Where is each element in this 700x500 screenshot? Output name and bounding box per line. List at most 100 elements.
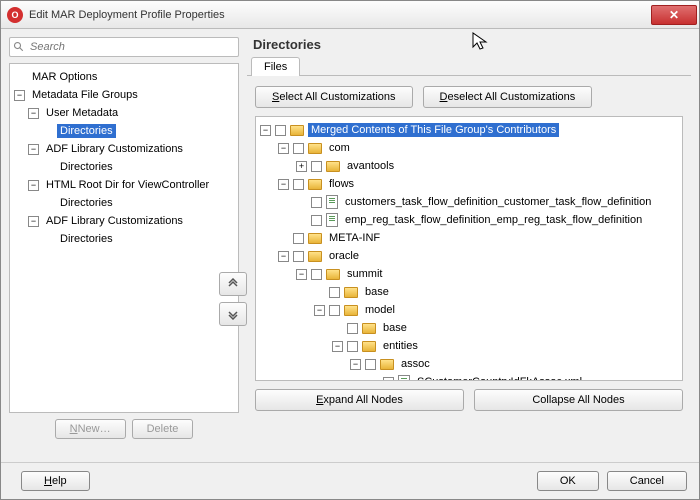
expander-icon[interactable]: − (314, 305, 325, 316)
close-button[interactable]: ✕ (651, 5, 697, 25)
checkbox[interactable] (311, 269, 322, 280)
expander-icon[interactable]: − (278, 143, 289, 154)
tree-summit[interactable]: −summit (256, 265, 682, 283)
left-column: MAR Options −Metadata File Groups −User … (9, 37, 239, 454)
tree-oracle[interactable]: −oracle (256, 247, 682, 265)
section-title: Directories (253, 37, 691, 52)
nav-directories-adf[interactable]: Directories (10, 158, 238, 176)
folder-icon (326, 269, 340, 280)
expander-icon[interactable]: − (296, 269, 307, 280)
expander-icon[interactable]: − (278, 251, 289, 262)
file-icon (326, 213, 338, 227)
nav-metadata-groups[interactable]: −Metadata File Groups (10, 86, 238, 104)
nav-directories-html[interactable]: Directories (10, 194, 238, 212)
chevron-up-icon (227, 278, 239, 290)
tree-base2[interactable]: base (256, 319, 682, 337)
tree-assoc[interactable]: −assoc (256, 355, 682, 373)
new-button[interactable]: NNew… (55, 419, 126, 439)
nav-user-metadata[interactable]: −User Metadata (10, 104, 238, 122)
checkbox[interactable] (293, 233, 304, 244)
tree-flows[interactable]: −flows (256, 175, 682, 193)
reorder-buttons (219, 272, 247, 326)
tree-metainf[interactable]: META-INF (256, 229, 682, 247)
expander-icon[interactable]: − (278, 179, 289, 190)
folder-icon (308, 251, 322, 262)
file-icon (326, 195, 338, 209)
select-all-cust-button[interactable]: Select All Customizations (255, 86, 413, 108)
folder-icon (344, 287, 358, 298)
tree-entities[interactable]: −entities (256, 337, 682, 355)
checkbox[interactable] (365, 359, 376, 370)
tree-model[interactable]: −model (256, 301, 682, 319)
tree-flow1[interactable]: customers_task_flow_definition_customer_… (256, 193, 682, 211)
nav-tree: MAR Options −Metadata File Groups −User … (9, 63, 239, 413)
move-down-button[interactable] (219, 302, 247, 326)
nav-action-buttons: NNew… Delete (9, 419, 239, 439)
app-icon: O (7, 7, 23, 23)
customization-buttons: Select All Customizations Deselect All C… (255, 86, 683, 108)
tree-com[interactable]: −com (256, 139, 682, 157)
deselect-all-cust-button[interactable]: Deselect All Customizations (423, 86, 593, 108)
tree-flow2[interactable]: emp_reg_task_flow_definition_emp_reg_tas… (256, 211, 682, 229)
checkbox[interactable] (347, 341, 358, 352)
nav-adf-lib-cust2[interactable]: −ADF Library Customizations (10, 212, 238, 230)
chevron-down-icon (227, 308, 239, 320)
expander-icon[interactable]: − (28, 144, 39, 155)
expander-icon[interactable]: + (296, 161, 307, 172)
folder-icon (362, 323, 376, 334)
help-button[interactable]: Help (21, 471, 90, 491)
tree-base1[interactable]: base (256, 283, 682, 301)
checkbox[interactable] (311, 215, 322, 226)
checkbox[interactable] (311, 197, 322, 208)
checkbox[interactable] (275, 125, 286, 136)
expander-icon[interactable]: − (28, 216, 39, 227)
tab-files[interactable]: Files (251, 57, 300, 76)
tree-root[interactable]: −Merged Contents of This File Group's Co… (256, 121, 682, 139)
files-content: Select All Customizations Deselect All C… (247, 76, 691, 454)
ok-button[interactable]: OK (537, 471, 599, 491)
expander-icon[interactable]: − (28, 180, 39, 191)
window-title: Edit MAR Deployment Profile Properties (29, 9, 651, 21)
folder-icon (326, 161, 340, 172)
delete-button[interactable]: Delete (132, 419, 194, 439)
nav-directories-adf2[interactable]: Directories (10, 230, 238, 248)
collapse-all-button[interactable]: Collapse All Nodes (474, 389, 683, 411)
nav-adf-lib-cust[interactable]: −ADF Library Customizations (10, 140, 238, 158)
folder-icon (308, 233, 322, 244)
move-up-button[interactable] (219, 272, 247, 296)
dialog-footer: Help OK Cancel (1, 462, 699, 499)
cancel-button[interactable]: Cancel (607, 471, 687, 491)
expander-icon[interactable]: − (14, 90, 25, 101)
tree-avantools[interactable]: +avantools (256, 157, 682, 175)
expander-icon[interactable]: − (332, 341, 343, 352)
expander-icon[interactable]: − (28, 108, 39, 119)
nav-html-root[interactable]: −HTML Root Dir for ViewController (10, 176, 238, 194)
checkbox[interactable] (293, 251, 304, 262)
nav-mar-options[interactable]: MAR Options (10, 68, 238, 86)
expander-icon[interactable]: − (350, 359, 361, 370)
dialog-window: O Edit MAR Deployment Profile Properties… (0, 0, 700, 500)
tab-bar: Files (247, 56, 691, 76)
search-icon (13, 41, 25, 53)
nav-directories-selected[interactable]: Directories (10, 122, 238, 140)
checkbox[interactable] (293, 179, 304, 190)
checkbox[interactable] (329, 305, 340, 316)
file-icon (398, 375, 410, 381)
tree-xml1[interactable]: SCustomerCountryIdFkAssoc.xml (256, 373, 682, 381)
expand-collapse-buttons: Expand All Nodes Collapse All Nodes (255, 389, 683, 411)
search-input[interactable] (9, 37, 239, 57)
checkbox[interactable] (293, 143, 304, 154)
search-container (9, 37, 239, 57)
dialog-body: MAR Options −Metadata File Groups −User … (1, 29, 699, 462)
checkbox[interactable] (311, 161, 322, 172)
folder-icon (344, 305, 358, 316)
folder-icon (380, 359, 394, 370)
expander-icon[interactable]: − (260, 125, 271, 136)
checkbox[interactable] (329, 287, 340, 298)
folder-icon (290, 125, 304, 136)
checkbox[interactable] (383, 377, 394, 382)
file-tree[interactable]: −Merged Contents of This File Group's Co… (255, 116, 683, 381)
right-column: Directories Files Select All Customizati… (247, 37, 691, 454)
checkbox[interactable] (347, 323, 358, 334)
expand-all-button[interactable]: Expand All Nodes (255, 389, 464, 411)
